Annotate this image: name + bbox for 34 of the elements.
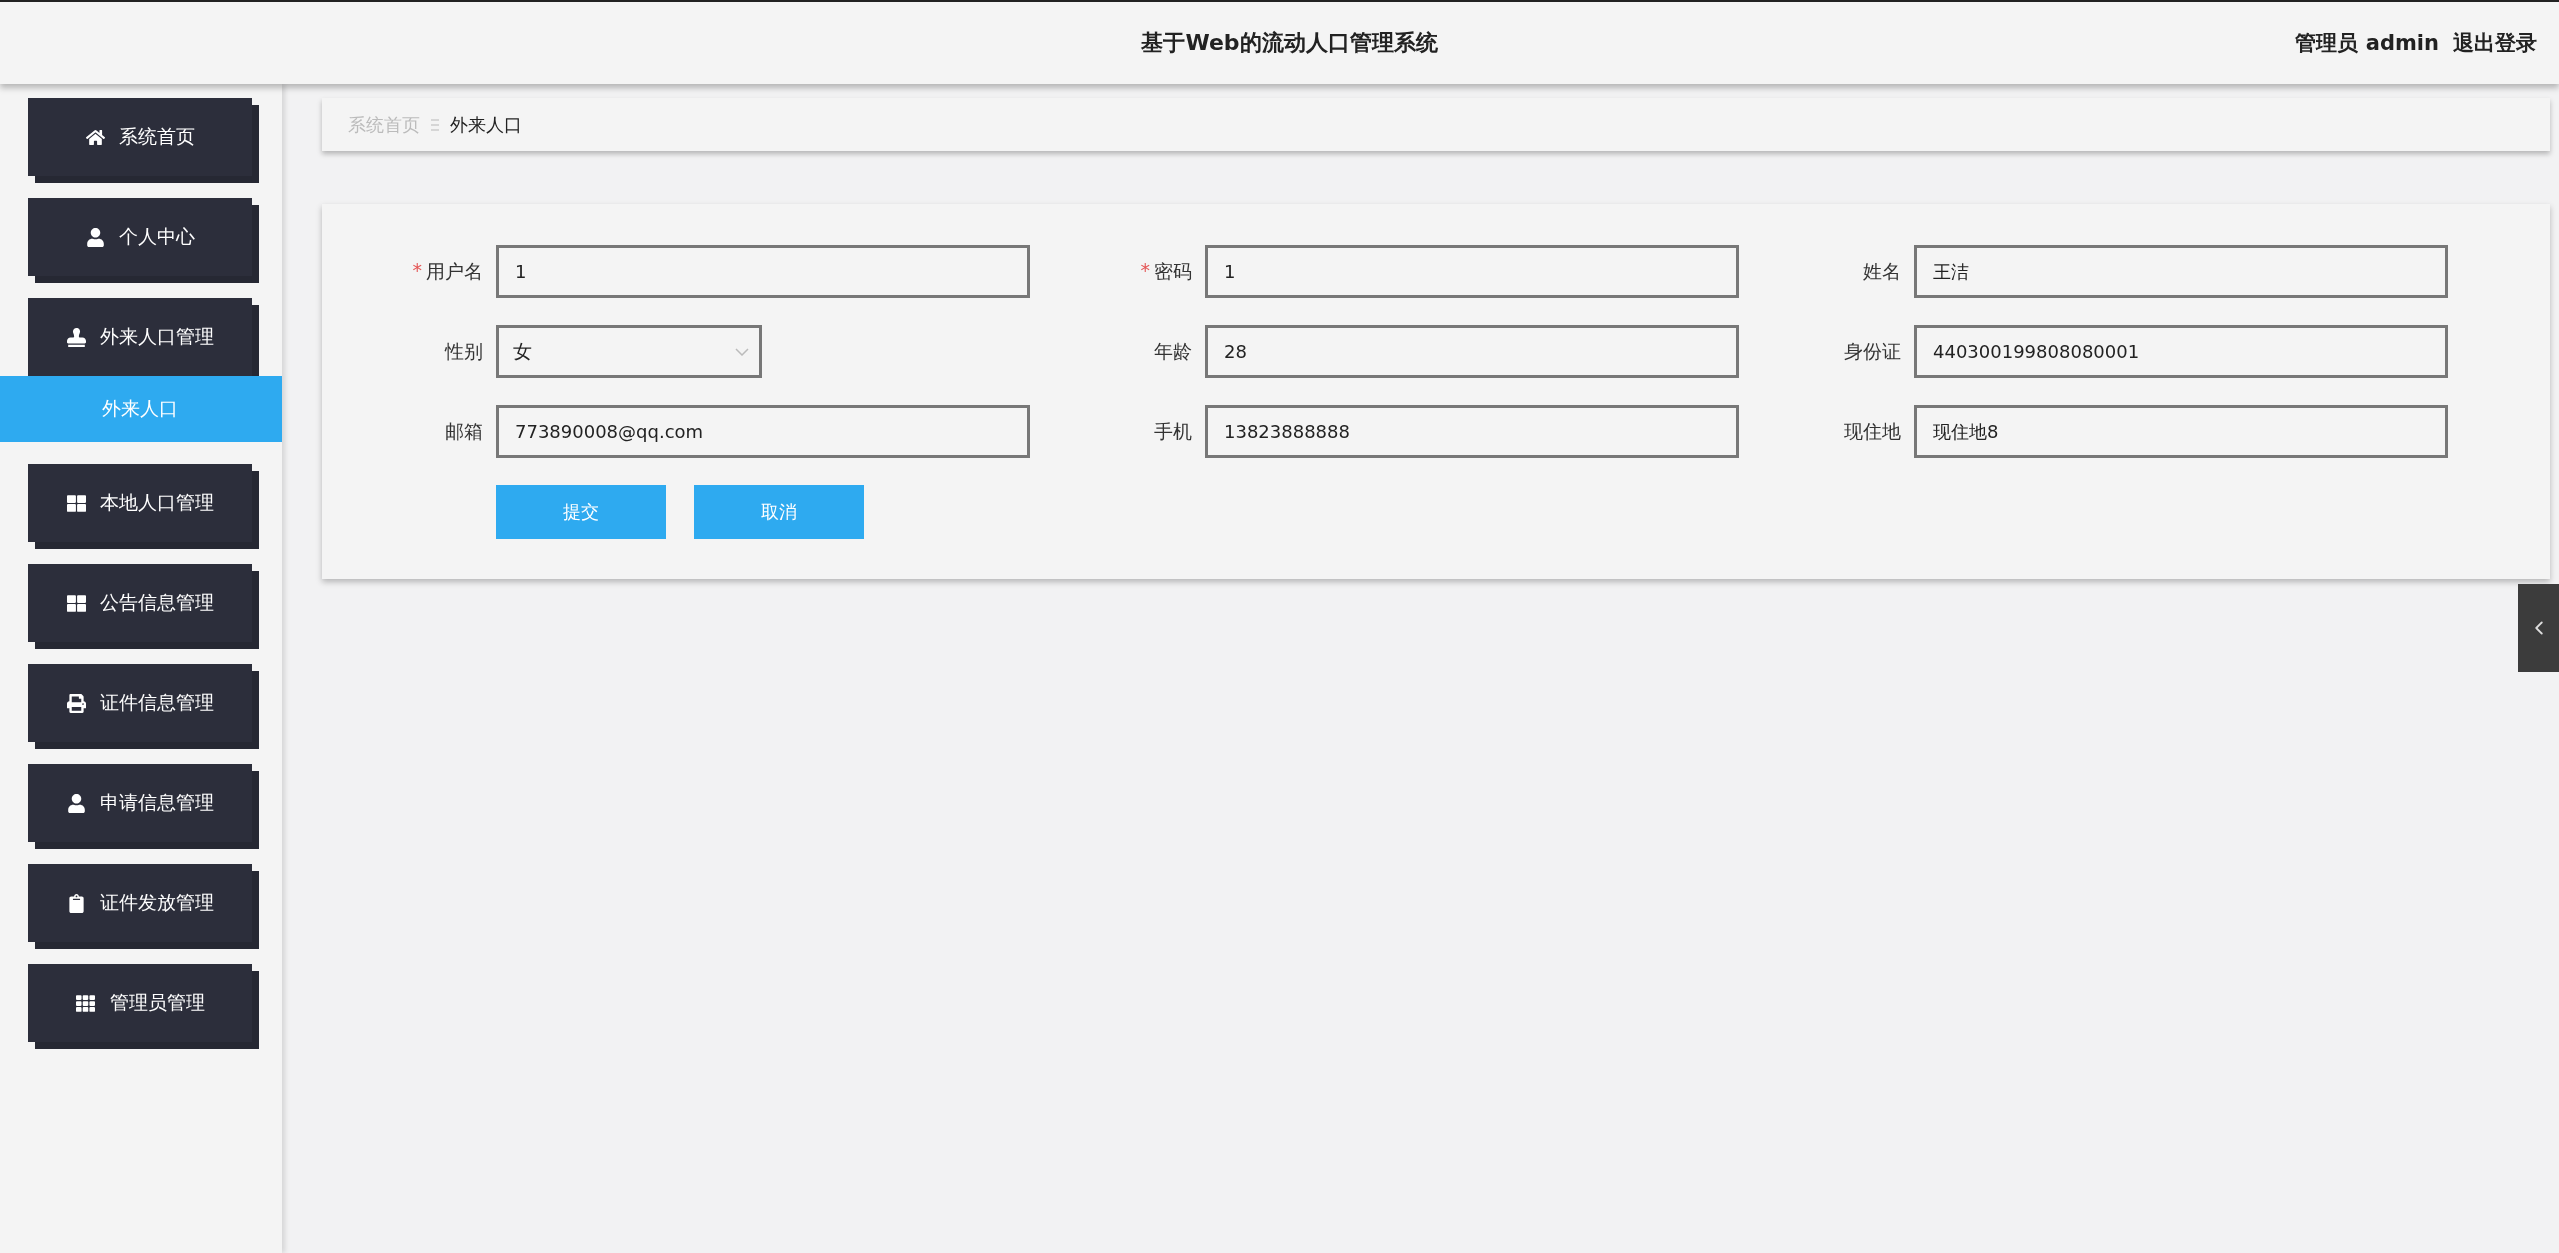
input-field[interactable]: 现住地8 xyxy=(1914,405,2448,458)
input-field[interactable]: 28 xyxy=(1205,325,1739,378)
field-label: 身份证 xyxy=(1843,338,1901,364)
user-label: 管理员 admin xyxy=(2295,30,2439,57)
printer-icon xyxy=(66,693,86,713)
field-label: 姓名 xyxy=(1862,258,1901,284)
home-icon xyxy=(85,127,105,147)
stamp-icon xyxy=(66,327,86,347)
grid-icon xyxy=(66,493,86,513)
grid-icon xyxy=(66,593,86,613)
field-label: * 用户名 xyxy=(411,258,483,284)
field-label: 性别 xyxy=(443,338,483,364)
field-label: * 密码 xyxy=(1139,258,1192,284)
field-label: 手机 xyxy=(1153,418,1192,444)
breadcrumb-item: 外来人口 xyxy=(450,112,522,137)
input-field[interactable]: 773890008@qq.com xyxy=(496,405,1030,458)
logout-link[interactable]: 退出登录 xyxy=(2453,29,2537,57)
clipboard-icon xyxy=(66,893,86,913)
input-field[interactable]: 1 xyxy=(1205,245,1739,298)
input-field[interactable]: 1 xyxy=(496,245,1030,298)
user-icon xyxy=(85,227,105,247)
input-field[interactable]: 13823888888 xyxy=(1205,405,1739,458)
separator-icon xyxy=(430,116,440,133)
input-field[interactable]: 440300199808080001 xyxy=(1914,325,2448,378)
chevron-down-icon xyxy=(735,347,749,356)
app-title: 基于Web的流动人口管理系统 xyxy=(1140,29,1438,57)
grid-icon xyxy=(75,993,96,1013)
field-label: 年龄 xyxy=(1153,338,1192,364)
user-icon xyxy=(66,793,86,813)
collapse-tab[interactable] xyxy=(2518,584,2559,672)
field-label: 邮箱 xyxy=(444,418,483,444)
field-label: 现住地 xyxy=(1843,418,1901,444)
select-field[interactable]: 女 xyxy=(496,325,762,378)
input-field[interactable]: 王洁 xyxy=(1914,245,2448,298)
